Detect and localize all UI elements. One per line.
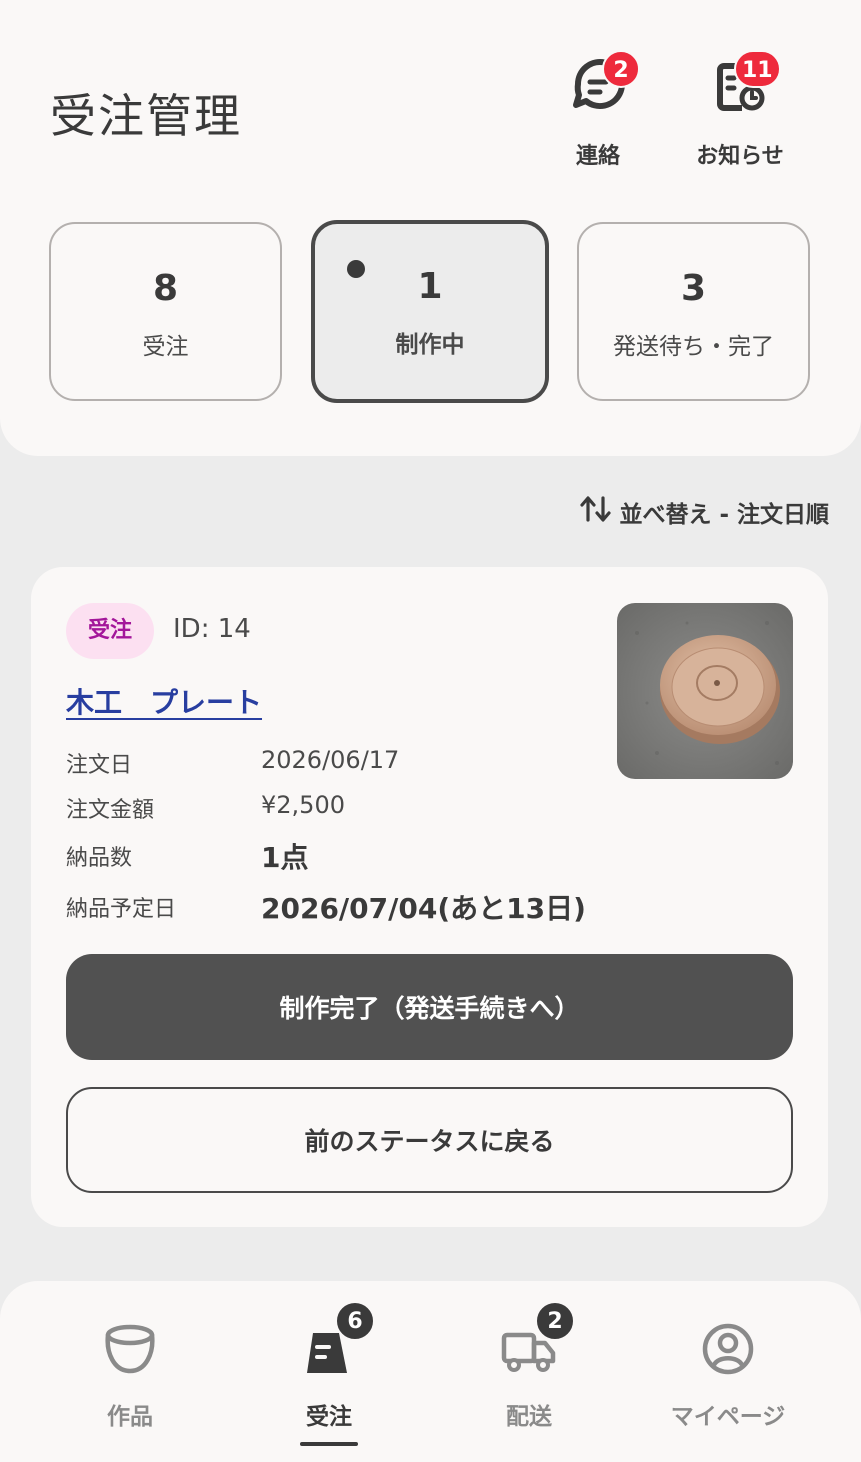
contact-badge: 2 bbox=[602, 50, 640, 88]
truck-icon: 2 bbox=[499, 1301, 575, 1379]
nav-label-orders: 受注 bbox=[306, 1404, 352, 1430]
nav-badge-orders: 6 bbox=[335, 1301, 375, 1341]
nav-item-works[interactable]: 作品 bbox=[30, 1319, 230, 1431]
nav-label-delivery: 配送 bbox=[506, 1404, 552, 1430]
order-amount-label: 注文金額 bbox=[66, 798, 155, 823]
nav-item-orders[interactable]: 6 受注 bbox=[229, 1301, 429, 1431]
tab-shipping-complete[interactable]: 3 発送待ち・完了 bbox=[577, 222, 810, 401]
nav-item-mypage[interactable]: マイページ bbox=[628, 1319, 828, 1431]
order-date-value: 2026/06/17 bbox=[261, 746, 400, 774]
delivery-date-value: 2026/07/04(あと13日) bbox=[261, 892, 586, 925]
sort-button[interactable]: 並べ替え - 注文日順 bbox=[579, 494, 829, 530]
active-dot-icon bbox=[347, 260, 365, 278]
quantity-value: 1点 bbox=[261, 841, 309, 874]
nav-item-delivery[interactable]: 2 配送 bbox=[429, 1301, 629, 1431]
notice-badge: 11 bbox=[734, 50, 781, 88]
quantity-label: 納品数 bbox=[66, 846, 133, 871]
delivery-date-label: 納品予定日 bbox=[66, 897, 177, 922]
contact-button[interactable]: 2 連絡 bbox=[538, 50, 658, 170]
contact-label: 連絡 bbox=[575, 144, 620, 169]
notice-button[interactable]: 11 お知らせ bbox=[680, 50, 800, 170]
order-id: ID: 14 bbox=[173, 614, 251, 644]
tab-shipping-complete-label: 発送待ち・完了 bbox=[613, 334, 774, 360]
order-card: 受注 ID: 14 木工 プレート 注文日 2026/06/17 注文金額 ¥2… bbox=[31, 567, 828, 1227]
tab-received[interactable]: 8 受注 bbox=[49, 222, 282, 401]
tab-shipping-complete-count: 3 bbox=[680, 268, 707, 309]
sort-arrows-icon bbox=[579, 494, 613, 530]
product-thumbnail[interactable] bbox=[617, 603, 793, 779]
product-name-link[interactable]: 木工 プレート bbox=[66, 681, 262, 721]
nav-badge-delivery: 2 bbox=[535, 1301, 575, 1341]
revert-status-button[interactable]: 前のステータスに戻る bbox=[66, 1087, 793, 1193]
order-icon: 6 bbox=[299, 1301, 375, 1379]
complete-production-button[interactable]: 制作完了（発送手続きへ） bbox=[66, 954, 793, 1060]
order-amount-value: ¥2,500 bbox=[261, 791, 345, 819]
nav-label-mypage: マイページ bbox=[670, 1404, 786, 1430]
header: 受注管理 2 連絡 11 お知らせ 8 受注 1 制作中 3 発送待ち・完了 bbox=[0, 0, 861, 456]
tab-received-label: 受注 bbox=[142, 334, 189, 360]
tab-in-production-label: 制作中 bbox=[395, 332, 465, 358]
pot-icon bbox=[100, 1319, 160, 1379]
page-title: 受注管理 bbox=[50, 89, 242, 143]
notice-icon: 11 bbox=[708, 50, 781, 116]
tab-in-production[interactable]: 1 制作中 bbox=[311, 220, 549, 403]
tab-received-count: 8 bbox=[152, 268, 179, 309]
nav-active-indicator bbox=[300, 1442, 358, 1446]
bottom-nav: 作品 6 受注 2 配送 マイページ bbox=[0, 1281, 861, 1462]
chat-icon: 2 bbox=[566, 50, 640, 116]
order-date-label: 注文日 bbox=[66, 753, 133, 778]
user-icon bbox=[698, 1319, 758, 1379]
sort-label: 並べ替え - 注文日順 bbox=[619, 502, 829, 528]
nav-label-works: 作品 bbox=[107, 1404, 153, 1430]
status-badge: 受注 bbox=[66, 603, 154, 659]
notice-label: お知らせ bbox=[696, 144, 784, 169]
